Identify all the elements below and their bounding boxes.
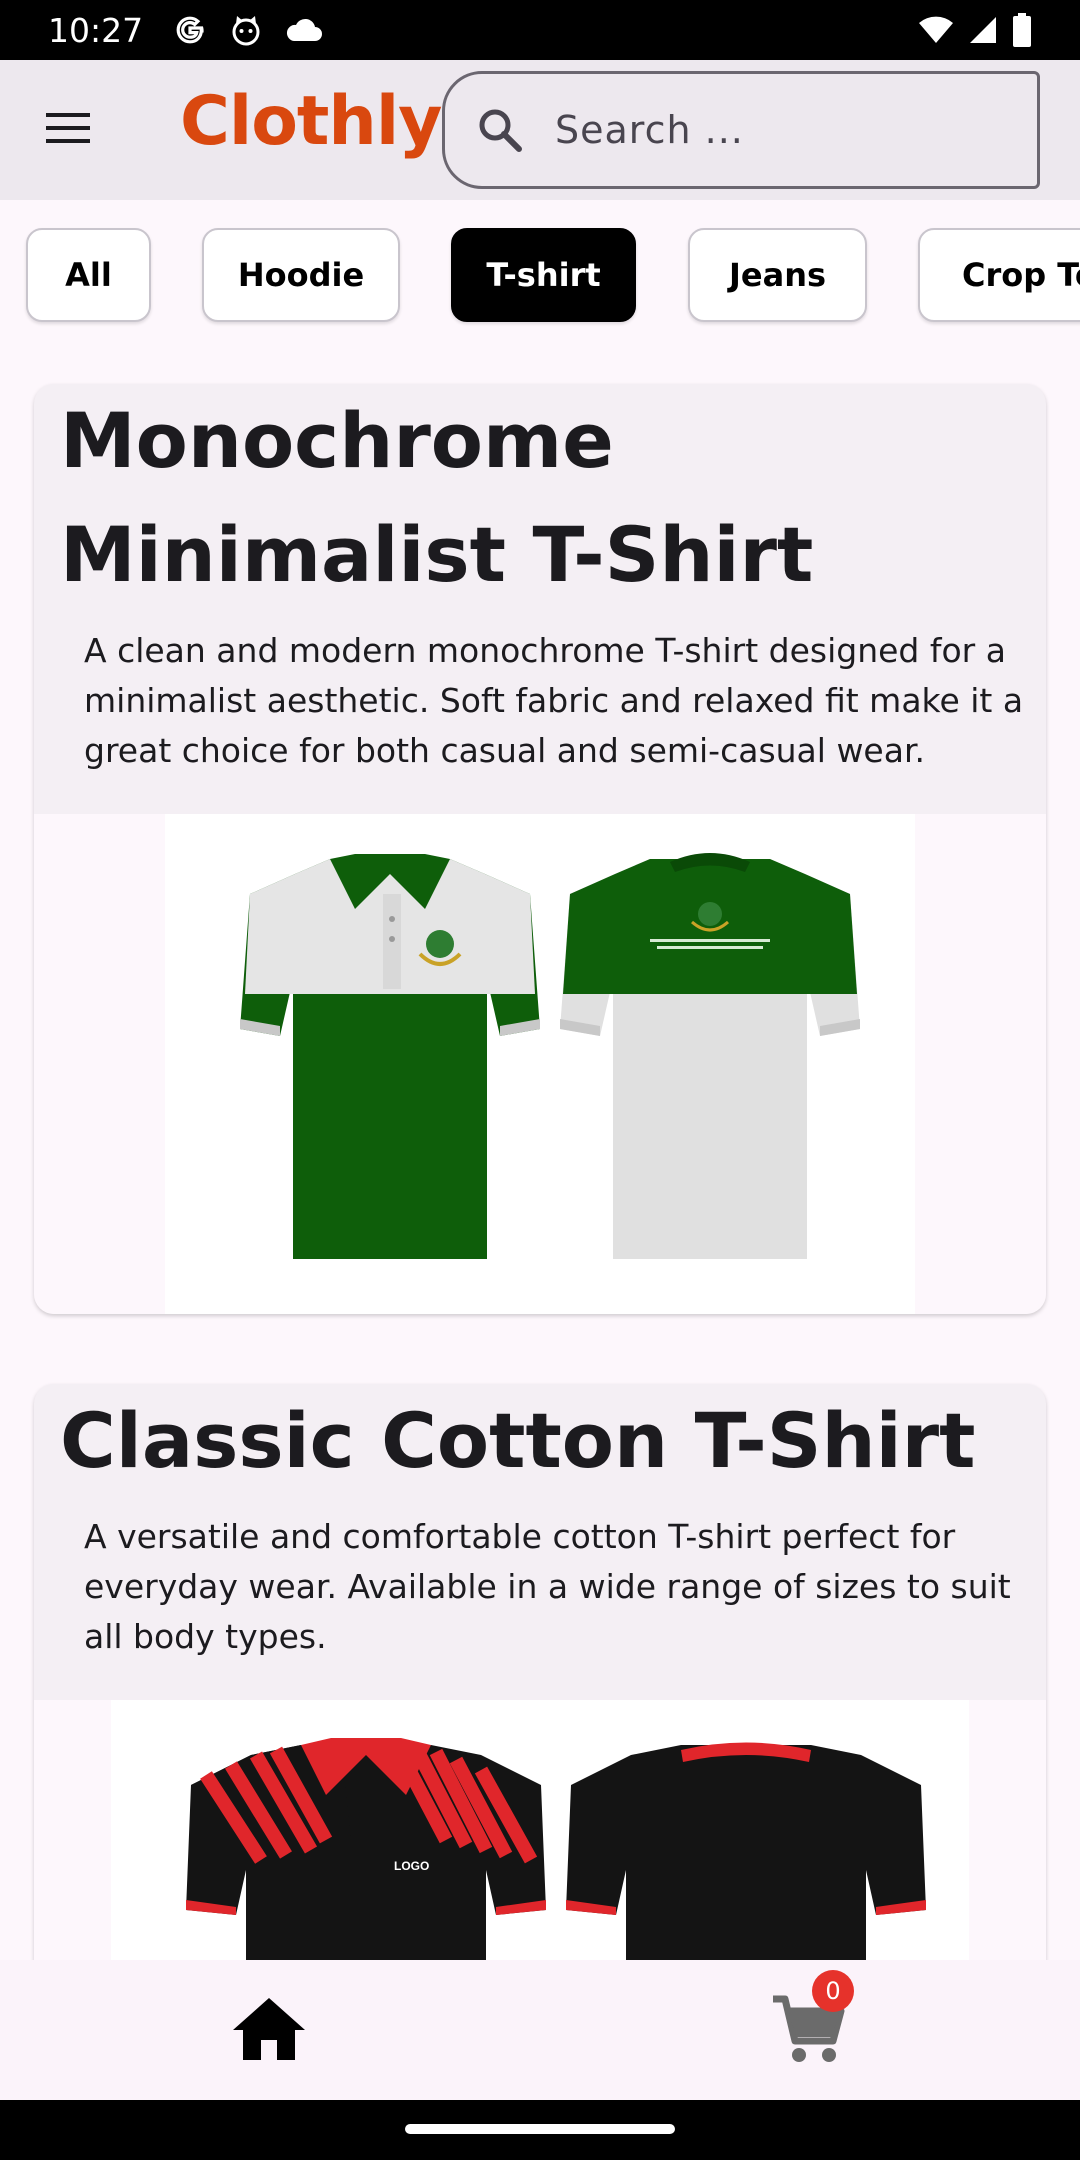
search-input[interactable] bbox=[555, 108, 1015, 152]
product-card[interactable]: Monochrome Minimalist T-Shirt A clean an… bbox=[34, 384, 1046, 1314]
chip-jeans[interactable]: Jeans bbox=[688, 228, 867, 322]
product-title: Monochrome Minimalist T-Shirt bbox=[60, 396, 814, 599]
cat-icon bbox=[229, 13, 263, 47]
app-bar: Clothly bbox=[0, 60, 1080, 200]
product-description: A versatile and comfortable cotton T-shi… bbox=[84, 1517, 1011, 1656]
product-card[interactable]: Classic Cotton T-Shirt A versatile and c… bbox=[34, 1384, 1046, 1960]
status-time: 10:27 bbox=[48, 10, 144, 50]
signal-icon bbox=[968, 15, 998, 45]
home-icon bbox=[231, 1996, 307, 2067]
category-chips: All Hoodie T-shirt Jeans Crop To bbox=[0, 200, 1080, 370]
chip-tshirt[interactable]: T-shirt bbox=[451, 228, 636, 322]
hamburger-menu-icon bbox=[44, 110, 92, 151]
google-icon bbox=[173, 13, 207, 47]
status-bar: 10:27 bbox=[0, 0, 1080, 60]
product-title: Classic Cotton T-Shirt bbox=[60, 1396, 976, 1485]
nav-home-button[interactable] bbox=[226, 1988, 312, 2074]
shirt-image-black-red: LOGO bbox=[111, 1700, 969, 1960]
battery-icon bbox=[1012, 13, 1032, 47]
search-box[interactable] bbox=[442, 71, 1040, 189]
chip-hoodie[interactable]: Hoodie bbox=[202, 228, 400, 322]
product-image bbox=[34, 814, 1046, 1314]
cart-count-badge: 0 bbox=[812, 1970, 854, 2012]
product-list: Monochrome Minimalist T-Shirt A clean an… bbox=[0, 370, 1080, 1960]
search-icon bbox=[475, 105, 525, 155]
chip-all[interactable]: All bbox=[26, 228, 151, 322]
svg-text:LOGO: LOGO bbox=[394, 1859, 429, 1873]
bottom-navigation: 0 bbox=[0, 1960, 1080, 2100]
gesture-navigation-bar bbox=[0, 2100, 1080, 2160]
product-image: LOGO bbox=[34, 1700, 1046, 1960]
nav-cart-button[interactable]: 0 bbox=[764, 1970, 854, 2074]
app-title: Clothly bbox=[180, 82, 442, 161]
shirt-image-green-white bbox=[165, 814, 915, 1314]
menu-button[interactable] bbox=[28, 90, 108, 170]
chip-crop-top[interactable]: Crop To bbox=[918, 228, 1080, 322]
product-description: A clean and modern monochrome T-shirt de… bbox=[84, 631, 1024, 770]
gesture-handle[interactable] bbox=[405, 2124, 675, 2134]
cloud-icon bbox=[285, 16, 323, 44]
wifi-icon bbox=[918, 15, 954, 45]
